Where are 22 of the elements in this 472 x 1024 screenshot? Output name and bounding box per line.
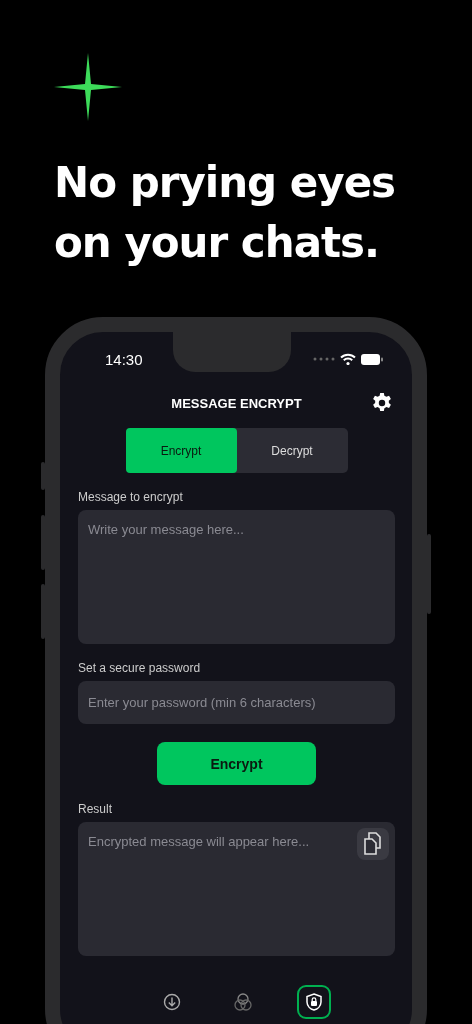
message-field[interactable]: Write your message here... xyxy=(78,510,395,644)
settings-icon[interactable] xyxy=(371,392,393,414)
result-field[interactable]: Encrypted message will appear here... xyxy=(78,822,395,956)
field-label: Message to encrypt xyxy=(78,490,183,504)
encrypt-button[interactable]: Encrypt xyxy=(157,742,316,785)
shield-lock-icon xyxy=(305,993,322,1011)
copy-icon xyxy=(363,832,383,856)
field-label: Set a secure password xyxy=(78,661,201,675)
screen-title: MESSAGE ENCRYPT xyxy=(171,395,302,411)
circles-icon xyxy=(233,993,252,1011)
tab-bar-item[interactable] xyxy=(296,985,331,1019)
headline: No prying eyes on your chats. xyxy=(54,157,397,269)
download-icon xyxy=(162,993,181,1011)
mode-tab[interactable]: Encrypt xyxy=(125,428,237,473)
wifi-icon xyxy=(340,353,356,365)
password-field[interactable]: Enter your password (min 6 characters) xyxy=(78,681,395,724)
status-time: 14:30 xyxy=(105,350,143,368)
mode-tab[interactable]: Decrypt xyxy=(236,428,348,473)
battery-icon xyxy=(361,353,383,365)
field-label: Result xyxy=(78,802,112,816)
copy-button[interactable] xyxy=(357,828,389,860)
signal-dots-icon xyxy=(313,357,335,361)
